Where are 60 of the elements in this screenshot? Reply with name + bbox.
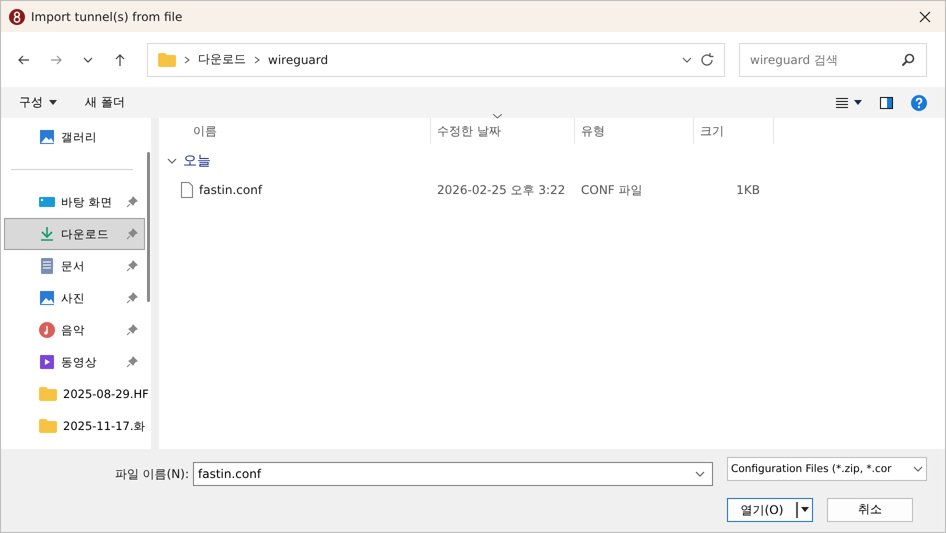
- sidebar-item[interactable]: 바탕 화면: [4, 186, 145, 218]
- sidebar-item[interactable]: 음악: [4, 314, 145, 346]
- play-icon: [39, 354, 55, 370]
- file-type-dropdown[interactable]: Configuration Files (*.zip, *.cor: [727, 457, 927, 481]
- preview-pane-icon: [880, 96, 893, 108]
- sort-chevron-icon: [493, 114, 502, 119]
- sidebar-item[interactable]: 동영상: [4, 346, 145, 378]
- sidebar-item[interactable]: 문서: [4, 250, 145, 282]
- sidebar-item[interactable]: 갤러리: [4, 121, 145, 153]
- folder-icon: [39, 418, 57, 434]
- chevron-down-icon: [682, 56, 692, 62]
- file-name-label: 파일 이름(N):: [114, 466, 189, 483]
- preview-pane-button[interactable]: [880, 94, 893, 110]
- breadcrumb-item[interactable]: 다운로드: [198, 51, 246, 68]
- view-options-button[interactable]: [836, 96, 862, 110]
- file-name[interactable]: fastin.conf: [199, 183, 262, 197]
- chevron-right-icon: [184, 56, 190, 64]
- folder-icon: [39, 386, 57, 402]
- cancel-button[interactable]: 취소: [827, 498, 913, 522]
- folder-icon: [158, 52, 176, 66]
- search-icon: [901, 52, 915, 66]
- column-header[interactable]: 크기: [694, 118, 774, 144]
- help-icon: [911, 94, 927, 110]
- table-cell-text: 1KB: [735, 183, 761, 197]
- address-bar[interactable]: 다운로드 wireguard: [147, 42, 725, 76]
- caret-icon: [49, 100, 57, 105]
- group-header[interactable]: 오늘: [159, 144, 945, 178]
- file-name-field[interactable]: fastin.conf: [193, 462, 713, 486]
- image-icon: [39, 129, 55, 145]
- column-header[interactable]: 유형: [575, 118, 694, 144]
- column-header[interactable]: 이름: [159, 118, 431, 144]
- help-button[interactable]: [911, 92, 927, 112]
- list-view-icon: [836, 98, 848, 108]
- music-note-icon: [39, 322, 55, 338]
- table-cell-text: 2026-02-25 오후 3:22: [436, 182, 566, 198]
- refresh-icon[interactable]: [700, 52, 714, 66]
- column-header[interactable]: 수정한 날짜: [431, 118, 575, 144]
- new-folder-button[interactable]: 새 폴더: [85, 92, 125, 113]
- organize-button[interactable]: 구성: [19, 92, 57, 113]
- chevron-right-icon: [254, 56, 260, 64]
- table-cell-text: CONF 파일: [580, 182, 644, 198]
- monitor-icon: [39, 194, 55, 210]
- caret-icon: [801, 507, 809, 512]
- sidebar-item[interactable]: 사진: [4, 282, 145, 314]
- open-button[interactable]: 열기(O): [727, 498, 813, 522]
- app-logo-icon: [9, 8, 25, 24]
- sidebar-item[interactable]: 다운로드: [4, 218, 145, 250]
- document-icon: [39, 258, 55, 274]
- download-icon: [39, 226, 55, 242]
- scrollbar-thumb[interactable]: [147, 152, 150, 302]
- window-title: Import tunnel(s) from file: [31, 10, 184, 24]
- breadcrumb-item[interactable]: wireguard: [268, 52, 328, 66]
- search-field[interactable]: wireguard 검색: [739, 42, 927, 76]
- chevron-down-icon: [913, 466, 923, 472]
- file-icon: [181, 182, 193, 198]
- chevron-down-icon: [695, 471, 705, 478]
- sidebar-item[interactable]: 2025-11-17.화: [4, 410, 145, 442]
- caret-icon: [854, 100, 862, 105]
- close-icon: [919, 10, 931, 22]
- image-icon: [39, 290, 55, 306]
